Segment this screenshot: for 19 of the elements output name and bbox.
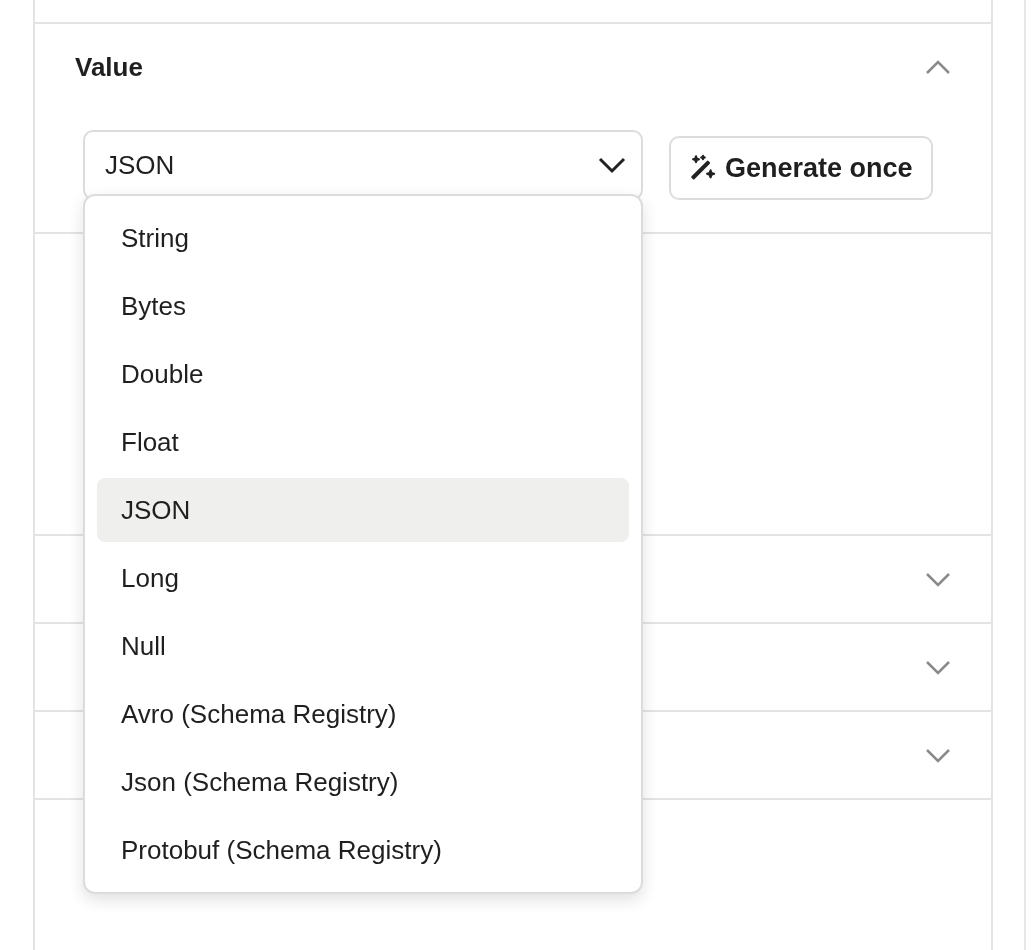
menu-option[interactable]: Avro (Schema Registry) <box>97 682 629 746</box>
magic-wand-icon <box>689 154 717 182</box>
generate-button[interactable]: Generate once <box>669 136 933 200</box>
menu-option[interactable]: Null <box>97 614 629 678</box>
menu-option[interactable]: Bytes <box>97 274 629 338</box>
type-select[interactable]: JSON <box>83 130 643 200</box>
chevron-up-icon[interactable] <box>925 59 951 75</box>
chevron-down-icon[interactable] <box>925 747 951 763</box>
chevron-down-icon[interactable] <box>925 659 951 675</box>
chevron-down-icon[interactable] <box>925 571 951 587</box>
section-title: Value <box>75 51 143 83</box>
menu-option[interactable]: String <box>97 206 629 270</box>
menu-option[interactable]: Long <box>97 546 629 610</box>
menu-option[interactable]: Protobuf (Schema Registry) <box>97 818 629 882</box>
menu-option[interactable]: Json (Schema Registry) <box>97 750 629 814</box>
menu-option[interactable]: JSON <box>97 478 629 542</box>
chevron-down-icon <box>597 156 627 174</box>
menu-option[interactable]: Double <box>97 342 629 406</box>
menu-option[interactable]: Float <box>97 410 629 474</box>
